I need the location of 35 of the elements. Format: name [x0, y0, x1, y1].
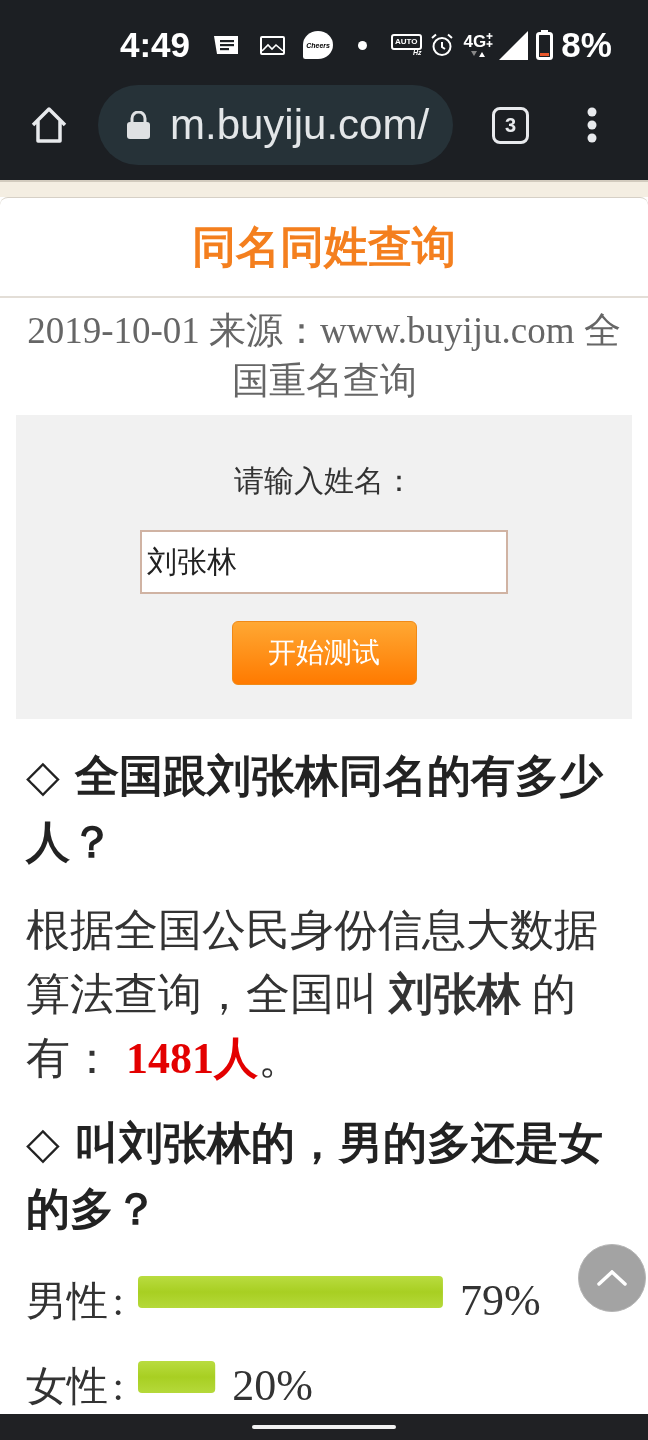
- home-button[interactable]: [30, 106, 68, 144]
- tab-count-button[interactable]: 3: [492, 106, 529, 144]
- url-text: m.buyiju.com/: [170, 101, 430, 149]
- data-arrows-icon: [470, 51, 487, 57]
- alarm-clock-icon: [429, 33, 454, 57]
- address-bar[interactable]: m.buyiju.com/: [98, 85, 453, 165]
- value-label: 20%: [232, 1361, 313, 1410]
- clock-time: 4:49: [120, 25, 191, 65]
- result-paragraph: 根据全国公民身份信息大数据算法查询，全国叫 刘张林 的有： 1481人。: [26, 905, 599, 1085]
- message-notification-icon: [214, 34, 241, 56]
- value-label: 79%: [459, 1276, 541, 1325]
- section-heading: ◇ 叫刘张林的，男的多还是女的多？: [26, 1116, 605, 1236]
- name-field-label: 请输入姓名：: [234, 462, 414, 500]
- name-input-field[interactable]: 刘张林: [140, 530, 508, 594]
- more-menu-icon: [587, 107, 597, 143]
- home-icon: [30, 106, 68, 144]
- page-title: 同名同姓查询: [0, 198, 648, 298]
- dot-icon: [358, 40, 368, 50]
- gesture-handle[interactable]: [252, 1425, 396, 1429]
- section-heading: ◇ 全国跟刘张林同名的有多少人？: [26, 749, 605, 869]
- menu-button[interactable]: [587, 107, 597, 143]
- plus-signs-icon: [486, 33, 494, 47]
- signal-icon: [499, 30, 529, 60]
- chevron-up-icon: [597, 1270, 627, 1286]
- lock-icon: [127, 111, 150, 139]
- label-colon: :: [112, 1363, 124, 1409]
- battery-percentage: 8%: [561, 25, 612, 65]
- battery-icon: [536, 30, 554, 60]
- image-icon: [260, 35, 286, 55]
- label-colon: :: [112, 1278, 124, 1324]
- article-meta: 2019-10-01 来源：www.buyiju.com 全国重名查询: [26, 309, 622, 403]
- category-label: 女性: [26, 1363, 108, 1409]
- category-label: 男性: [26, 1278, 108, 1324]
- network-type-label: 4G: [463, 33, 487, 51]
- refresh-mode-label: AUTO: [391, 33, 422, 50]
